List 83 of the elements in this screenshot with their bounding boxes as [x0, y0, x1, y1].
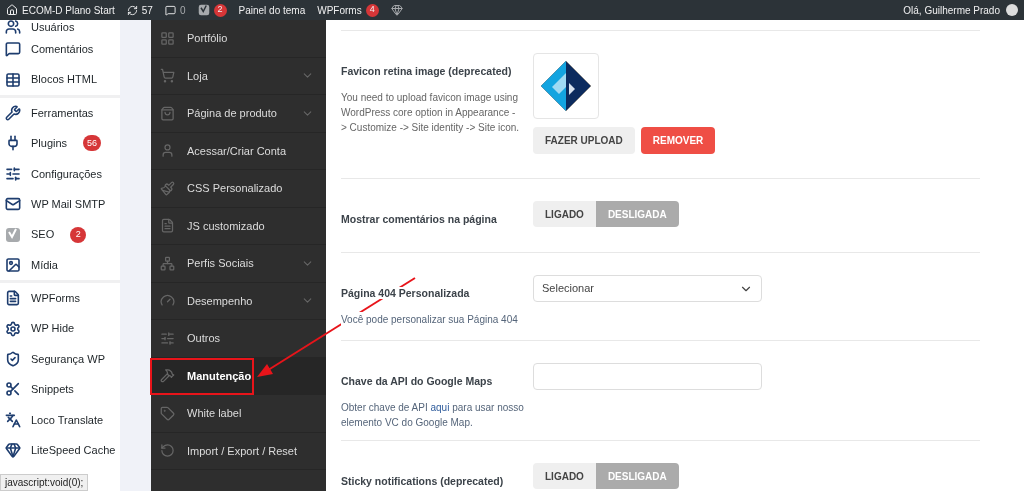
- brush-icon: [160, 180, 175, 196]
- menu-item[interactable]: Página de produto: [151, 95, 326, 133]
- sliders-icon: [160, 330, 175, 346]
- envelope-icon: [5, 196, 21, 213]
- wrench-icon: [5, 104, 21, 121]
- reset-icon: [160, 443, 175, 459]
- menu-item[interactable]: CSS Personalizado: [151, 170, 326, 208]
- sidebar-item[interactable]: WP Mail SMTP: [0, 188, 120, 220]
- tag-icon: [160, 405, 175, 421]
- menu-item[interactable]: Acessar/Criar Conta: [151, 132, 326, 170]
- home-icon: [6, 4, 18, 16]
- users-icon: [5, 19, 21, 35]
- refresh-icon: [126, 4, 138, 16]
- sidebar-item[interactable]: Blocos HTML: [0, 64, 120, 95]
- menu-item[interactable]: Loja: [151, 57, 326, 95]
- gear-icon: [5, 320, 21, 337]
- menu-item[interactable]: JS customizado: [151, 207, 326, 245]
- menu-item[interactable]: Portfólio: [151, 20, 326, 58]
- speech-bubble-icon: [5, 41, 21, 58]
- setting-label: Sticky notifications (deprecated): [341, 475, 504, 487]
- menu-item[interactable]: White label: [151, 395, 326, 433]
- shield-icon: [5, 351, 21, 368]
- menu-item[interactable]: Desempenho: [151, 282, 326, 320]
- diamond-icon: [5, 442, 21, 459]
- count-badge: 56: [83, 135, 102, 152]
- setting-label: Página 404 Personalizada: [341, 287, 470, 299]
- toggle-option[interactable]: LIGADO: [533, 201, 596, 227]
- table-icon: [5, 71, 21, 88]
- sliders-icon: [5, 165, 21, 182]
- image-icon: [5, 256, 21, 273]
- avatar[interactable]: [1006, 4, 1018, 16]
- sidebar-item[interactable]: SEO 2: [0, 219, 120, 250]
- cart-icon: [160, 68, 175, 84]
- yoast-icon: [5, 226, 21, 243]
- sidebar-item[interactable]: WP Hide: [0, 313, 120, 344]
- setting-label: Mostrar comentários na página: [341, 213, 497, 225]
- status-tooltip: javascript:void(0);: [0, 474, 89, 491]
- sidebar-item[interactable]: WPForms: [0, 283, 120, 314]
- menu-item[interactable]: Perfis Sociais: [151, 245, 326, 283]
- yoast-icon: [197, 4, 210, 16]
- menu-item[interactable]: Outros: [151, 320, 326, 358]
- theme-panel-link[interactable]: Painel do tema: [238, 2, 306, 18]
- sidebar-item[interactable]: Loco Translate: [0, 404, 120, 436]
- sidebar-item[interactable]: Comentários: [0, 34, 120, 65]
- diamond-icon: [390, 4, 403, 16]
- site-link[interactable]: ECOM-D Plano Start: [22, 2, 115, 18]
- user-icon: [160, 143, 175, 159]
- upload-button[interactable]: FAZER UPLOAD: [533, 127, 635, 154]
- sidebar-item[interactable]: Configurações: [0, 158, 120, 189]
- wpforms-link[interactable]: WPForms: [317, 2, 362, 18]
- sidebar-item[interactable]: Snippets: [0, 374, 120, 405]
- translate-icon: [5, 411, 21, 428]
- logo-icon: [539, 59, 593, 113]
- sidebar-item[interactable]: Segurança WP: [0, 343, 120, 375]
- speech-bubble-icon: [164, 4, 176, 16]
- setting-label: Chave da API do Google Maps: [341, 375, 493, 387]
- sidebar-item[interactable]: Ferramentas: [0, 97, 120, 129]
- grid-icon: [160, 30, 175, 46]
- hammer-icon: [160, 368, 175, 384]
- updates-count[interactable]: 57: [141, 2, 153, 18]
- form-icon: [5, 290, 21, 307]
- count-badge: 4: [365, 3, 379, 17]
- setting-description: Obter chave de API aqui para usar nosso elemento VC do Google Map.: [341, 401, 525, 430]
- sidebar-item[interactable]: Mídia: [0, 249, 120, 281]
- link[interactable]: aqui: [430, 402, 450, 413]
- count-badge: 2: [70, 226, 87, 243]
- plug-icon: [5, 135, 21, 152]
- menu-item[interactable]: Import / Export / Reset: [151, 432, 326, 470]
- comments-count[interactable]: 0: [179, 2, 186, 18]
- sidebar-item[interactable]: LiteSpeed Cache: [0, 435, 120, 466]
- toggle-option[interactable]: LIGADO: [533, 463, 596, 489]
- sidebar-item[interactable]: Usuários: [0, 20, 120, 34]
- sidebar-item[interactable]: Plugins 56: [0, 128, 120, 159]
- page-select[interactable]: Selecionar: [533, 275, 762, 302]
- count-badge: 2: [213, 3, 227, 17]
- remove-button[interactable]: REMOVER: [640, 127, 716, 154]
- greeting-link[interactable]: Olá, Guilherme Prado: [903, 2, 1000, 18]
- setting-label: Favicon retina image (deprecated): [341, 65, 512, 77]
- document-icon: [160, 218, 175, 234]
- bag-icon: [160, 105, 175, 121]
- api-key-field[interactable]: [533, 363, 762, 390]
- scissors-icon: [5, 381, 21, 398]
- sitemap-icon: [160, 255, 175, 271]
